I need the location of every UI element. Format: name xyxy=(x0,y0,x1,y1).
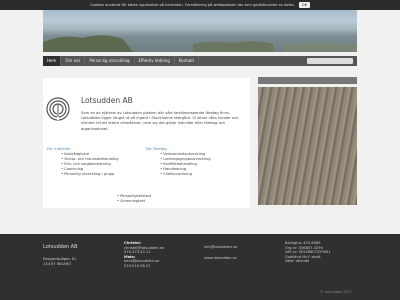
nav-item-about[interactable]: Om oss xyxy=(61,56,86,66)
col-companies-list: Verksamhetsutveckling Ledningsgruppsutve… xyxy=(160,152,240,177)
footer-website-link[interactable]: www.lotsudden.se xyxy=(204,256,237,261)
col-individuals-heading: För individer xyxy=(47,146,71,151)
main-content xyxy=(43,78,250,208)
contact-name: Christel: xyxy=(124,241,142,245)
nav-item-contact[interactable]: Kontakt xyxy=(175,56,200,66)
contact-name: Mats: xyxy=(124,254,136,259)
main-nav: Hem Om oss Personlig utveckling Effektiv… xyxy=(43,56,357,66)
contact-phone: 070-510 08 01 xyxy=(124,263,151,268)
footer-site-name: Lotsudden AB xyxy=(43,244,78,250)
col-individuals-list: Kostrådgivare Stress- och traumabehandli… xyxy=(61,152,141,177)
cookie-ok-button[interactable]: OK xyxy=(298,2,310,8)
nav-item-home[interactable]: Hem xyxy=(43,56,62,66)
footer-address: Ekogardsvägen 81 134 67 INGARÖ xyxy=(43,257,76,267)
sidebar-heading-bar xyxy=(258,77,357,84)
footer-company-info: Bankgiro: 420-6565 Org.nr: 556807-3290 V… xyxy=(285,241,331,264)
registered-office: Säte: Värmdö xyxy=(285,259,310,264)
labyrinth-logo-icon xyxy=(46,97,70,121)
address-line: 134 67 INGARÖ xyxy=(43,262,72,266)
col-tests-list: Personlighetstest Screeningtest xyxy=(117,194,197,204)
nav-item-personal-development[interactable]: Personlig utveckling xyxy=(85,56,135,66)
intro-text: Som en av hjärtats av Lotsudden platsen … xyxy=(81,111,239,131)
footer-contacts: Christel: christel@lotsudden.se 070-373 … xyxy=(124,241,164,269)
cookie-text: Cookies används för bästa upplevelse på … xyxy=(90,3,295,7)
col-companies-heading: För företag xyxy=(146,146,167,151)
archipelago-landscape xyxy=(43,35,357,52)
page-title: Lotsudden AB xyxy=(81,96,133,105)
nav-item-leadership[interactable]: Effektiv ledning xyxy=(135,56,175,66)
list-item[interactable]: Screeningtest xyxy=(117,199,197,204)
list-item[interactable]: Personlig utveckling i grupp xyxy=(61,172,141,177)
footer-info-email-link[interactable]: info@lotsudden.se xyxy=(204,245,237,250)
copyright: © Lotsudden 2017 xyxy=(320,290,352,294)
search-input[interactable] xyxy=(307,58,353,64)
cookie-bar: Cookies används för bästa upplevelse på … xyxy=(0,0,400,10)
list-item[interactable]: Chefscoachning xyxy=(160,172,240,177)
sidebar-wood-image xyxy=(258,87,357,205)
